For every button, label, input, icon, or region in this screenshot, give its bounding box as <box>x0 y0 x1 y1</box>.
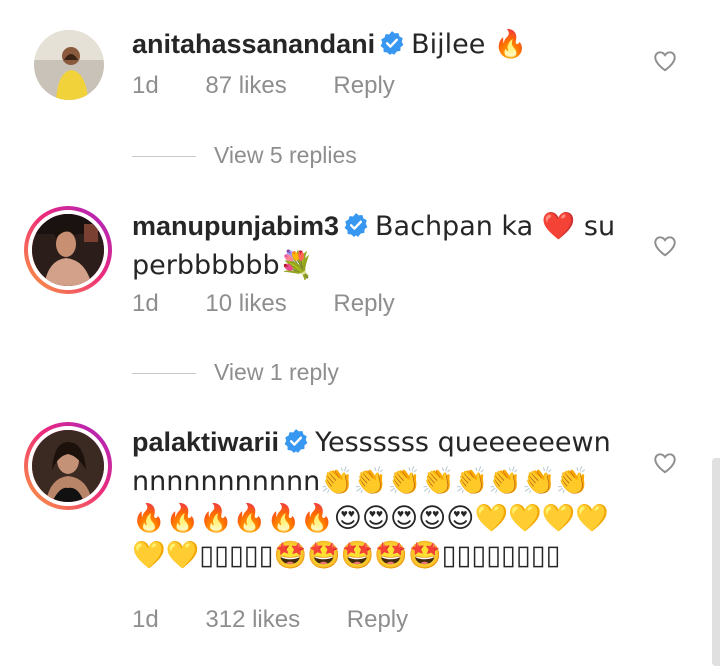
reply-button[interactable]: Reply <box>333 290 394 317</box>
heart-outline-icon[interactable] <box>652 450 678 476</box>
comment-text: Bijlee 🔥 <box>411 29 528 60</box>
comment-time: 1d <box>132 72 159 99</box>
username[interactable]: palaktiwarii <box>132 427 279 457</box>
comment-body: palaktiwarii Yessssss queeeeeewnnnnnnnnnn… <box>132 424 622 574</box>
comment-likes[interactable]: 312 likes <box>205 606 300 633</box>
view-replies-button[interactable]: View 5 replies <box>132 142 357 169</box>
reply-button[interactable]: Reply <box>333 72 394 99</box>
divider-line <box>132 156 196 158</box>
verified-badge-icon <box>283 427 309 463</box>
view-replies-label[interactable]: View 5 replies <box>214 142 357 168</box>
avatar[interactable] <box>24 422 112 510</box>
avatar-image <box>34 30 104 100</box>
heart-outline-icon[interactable] <box>652 48 678 74</box>
divider-line <box>132 373 196 375</box>
avatar[interactable] <box>34 30 104 100</box>
comment-body: manupunjabim3 Bachpan ka ❤️ superbbbbbb💐 <box>132 208 632 284</box>
verified-badge-icon <box>343 211 369 247</box>
comment-meta: 1d 312 likes Reply <box>132 606 448 634</box>
username[interactable]: manupunjabim3 <box>132 211 339 241</box>
comment-likes[interactable]: 10 likes <box>205 290 286 317</box>
heart-outline-icon[interactable] <box>652 233 678 259</box>
comment-body: anitahassanandani Bijlee 🔥 <box>132 26 632 65</box>
view-replies-label[interactable]: View 1 reply <box>214 359 339 385</box>
comment-meta: 1d 87 likes Reply <box>132 72 435 100</box>
avatar-image <box>28 426 108 506</box>
comment-meta: 1d 10 likes Reply <box>132 290 435 318</box>
comment-likes[interactable]: 87 likes <box>205 72 286 99</box>
verified-badge-icon <box>379 29 405 65</box>
comment-time: 1d <box>132 290 159 317</box>
username[interactable]: anitahassanandani <box>132 29 375 59</box>
reply-button[interactable]: Reply <box>347 606 408 633</box>
avatar[interactable] <box>24 206 112 294</box>
view-replies-button[interactable]: View 1 reply <box>132 359 339 386</box>
comment-time: 1d <box>132 606 159 633</box>
avatar-image <box>28 210 108 290</box>
scrollbar[interactable] <box>712 458 720 666</box>
